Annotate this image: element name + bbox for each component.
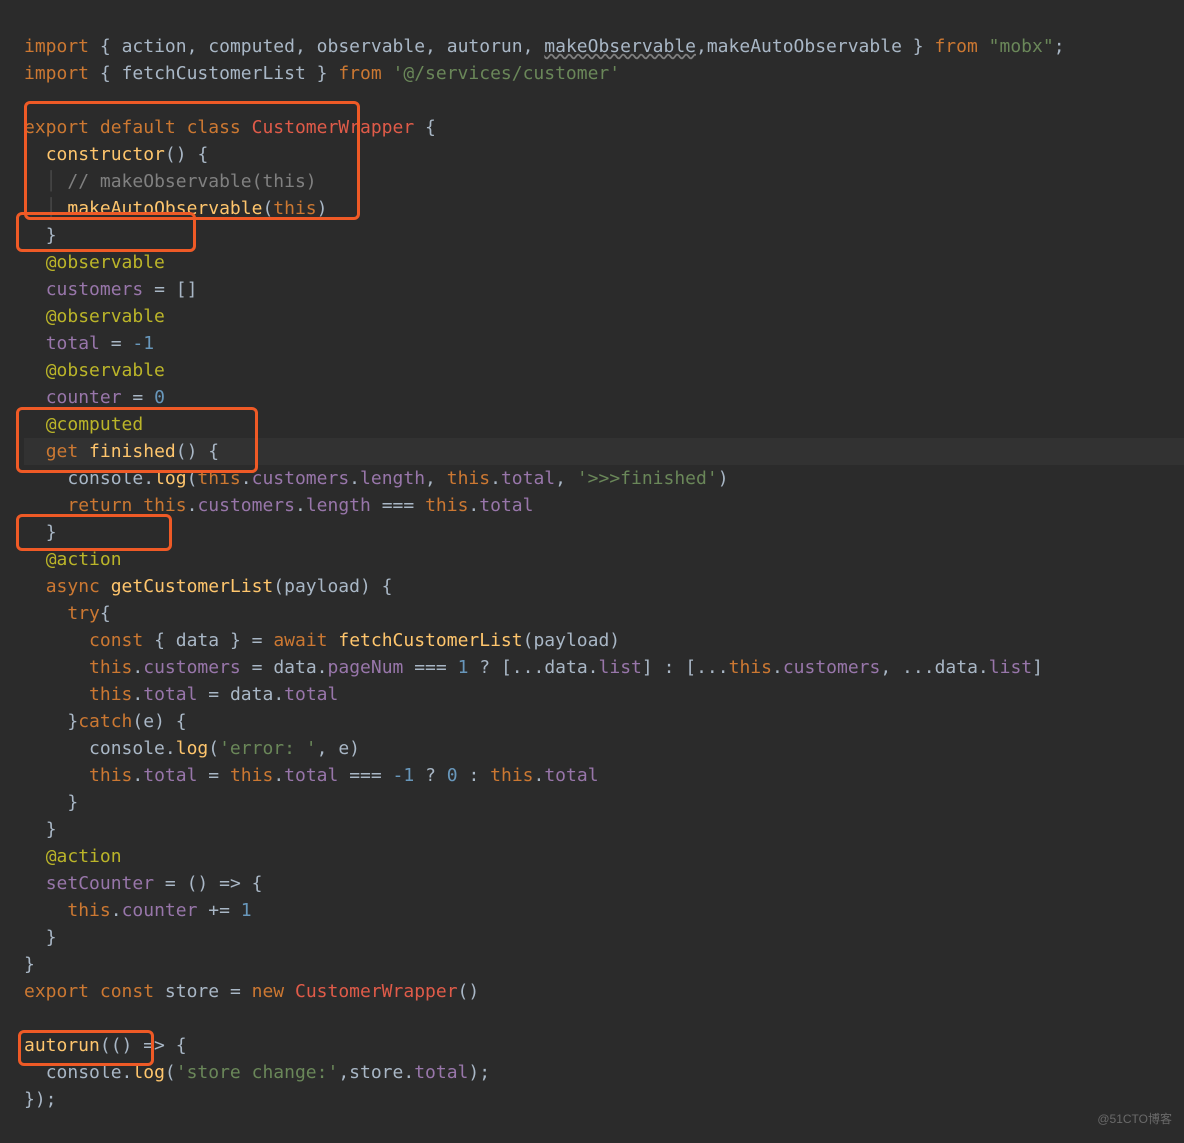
line: console.log('store change:',store.total)… [24,1062,490,1083]
line: this.counter += 1 [24,900,252,921]
line: } [24,225,57,246]
line: constructor() { [24,144,208,165]
line: @observable [24,360,165,381]
line: console.log('error: ', e) [24,738,360,759]
line: │ // makeObservable(this) [24,171,317,192]
line: } [24,819,57,840]
watermark: @51CTO博客 [1097,1106,1172,1133]
line: total = -1 [24,333,154,354]
line: import { fetchCustomerList } from '@/ser… [24,63,620,84]
line: autorun(() => { [24,1035,187,1056]
line: @action [24,846,122,867]
line: @observable [24,252,165,273]
line: this.total = data.total [24,684,338,705]
line: setCounter = () => { [24,873,262,894]
line: return this.customers.length === this.to… [24,495,533,516]
line: async getCustomerList(payload) { [24,576,393,597]
line: } [24,792,78,813]
line: customers = [] [24,279,197,300]
line: }); [24,1089,57,1110]
line: @observable [24,306,165,327]
line: const { data } = await fetchCustomerList… [24,630,620,651]
line: try{ [24,603,111,624]
line: │ makeAutoObservable(this) [24,198,328,219]
line: counter = 0 [24,387,165,408]
code-editor[interactable]: import { action, computed, observable, a… [0,0,1184,1119]
line: console.log(this.customers.length, this.… [24,468,729,489]
line: export const store = new CustomerWrapper… [24,981,479,1002]
line: export default class CustomerWrapper { [24,117,436,138]
line: @computed [24,414,143,435]
line: } [24,927,57,948]
line-highlighted: get finished() { [24,438,1184,465]
line: this.customers = data.pageNum === 1 ? [.… [24,657,1043,678]
line: }catch(e) { [24,711,187,732]
line: import { action, computed, observable, a… [24,36,1065,57]
line: this.total = this.total === -1 ? 0 : thi… [24,765,599,786]
line: } [24,954,35,975]
line: @action [24,549,122,570]
line: } [24,522,57,543]
